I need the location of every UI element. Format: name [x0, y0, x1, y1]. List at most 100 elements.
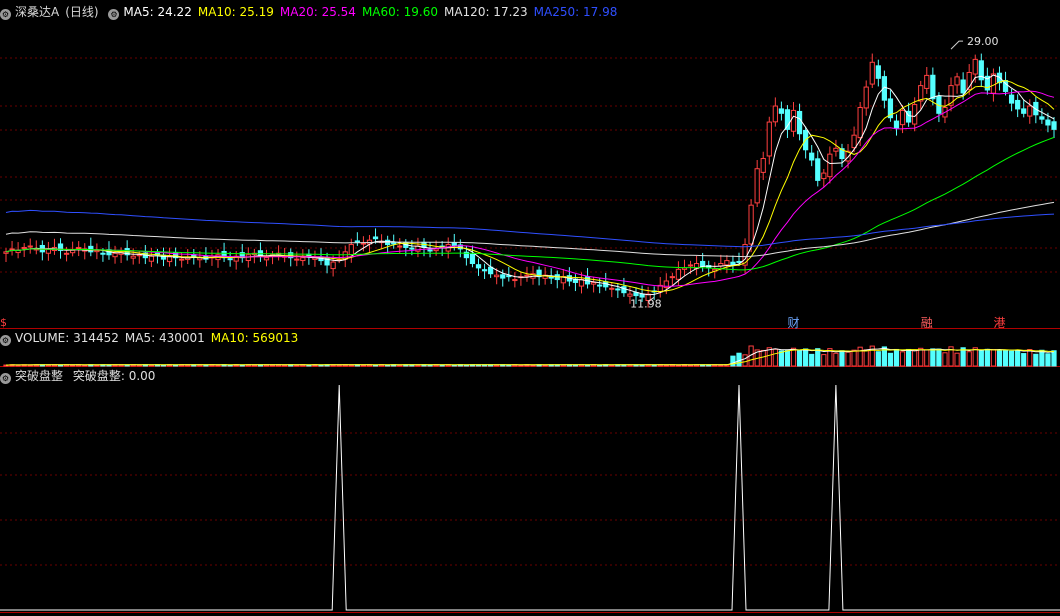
volume-bar [966, 351, 972, 367]
candle-body [76, 246, 82, 249]
candle-body [100, 252, 106, 255]
volume-bar [833, 352, 839, 367]
candle-body [627, 293, 633, 297]
volume-panel-header: ⚙ VOLUME: 314452 MA5: 430001 MA10: 569013 [0, 329, 310, 347]
volume-legend: VOLUME: 314452 MA5: 430001 MA10: 569013 [15, 331, 304, 345]
candle-body [809, 152, 815, 161]
stock-chart[interactable]: 29.00 11.98 财 融 港 $ [0, 0, 1060, 616]
volume-bar [893, 348, 900, 367]
candle-body [954, 76, 960, 86]
candle-body [475, 264, 482, 269]
ma-label-0: MA5: 24.22 [123, 5, 192, 19]
volume-bar [984, 348, 990, 367]
candle-body [1045, 119, 1051, 126]
volume-bar [875, 351, 881, 367]
candle-body [869, 61, 875, 85]
volume-bar [905, 348, 912, 367]
candle-body [815, 158, 821, 181]
volume-label-1: MA5: 430001 [124, 331, 205, 345]
volume-bar [978, 349, 984, 367]
volume-bar [990, 349, 997, 367]
candle-body [827, 153, 833, 178]
candle-body [512, 279, 518, 282]
candle-body [893, 120, 900, 129]
volume-bar [1033, 353, 1039, 367]
candle-body [621, 286, 627, 294]
candle-body [1039, 116, 1045, 120]
volume-bar [954, 352, 960, 367]
volume-bar [996, 349, 1003, 367]
volume-bar [1051, 350, 1057, 367]
candle-body [372, 236, 379, 240]
volume-bar [784, 350, 791, 367]
candle-body [179, 258, 185, 261]
candle-body [427, 249, 433, 252]
candle-body [863, 86, 869, 109]
volume-bar [863, 349, 869, 367]
candle-body [833, 147, 839, 152]
candle-body [3, 251, 9, 254]
volume-bar [821, 354, 827, 367]
candle-body [227, 258, 233, 261]
candle-body [930, 74, 936, 100]
candle-body [488, 266, 494, 275]
ma-settings-icon[interactable]: ⚙ [108, 9, 120, 20]
low-price-label: 11.98 [630, 297, 662, 310]
candle-body [397, 245, 403, 248]
candle-body [590, 281, 597, 285]
candle-body [960, 79, 966, 94]
candle-body [972, 58, 978, 75]
volume-label-2: MA10: 569013 [210, 331, 299, 345]
breakout-signal-line [0, 384, 1060, 611]
high-price-label: 29.00 [967, 35, 999, 48]
volume-bar [887, 352, 894, 367]
candle-body [294, 258, 300, 261]
volume-settings-icon[interactable]: ⚙ [0, 335, 11, 346]
candle-body [148, 255, 155, 262]
candle-body [760, 158, 766, 173]
indicator-name: 突破盘整 [15, 369, 64, 383]
candle-body [924, 74, 930, 89]
candle-body [899, 109, 906, 126]
volume-bar [912, 349, 918, 367]
candle-body [391, 242, 397, 245]
candle-body [360, 242, 367, 245]
candle-body [778, 108, 785, 114]
candle-body [500, 274, 506, 279]
high-marker-arrow [950, 40, 964, 50]
candle-body [27, 245, 33, 248]
ma-label-1: MA10: 25.19 [197, 5, 274, 19]
volume-bar [1045, 353, 1051, 367]
candle-body [772, 105, 778, 123]
candle-body [851, 134, 857, 149]
candle-body [675, 268, 682, 280]
ma-label-3: MA60: 19.60 [361, 5, 438, 19]
candle-body [748, 204, 754, 245]
candle-body [724, 260, 730, 266]
volume-bar [918, 347, 924, 367]
candle-body [524, 274, 530, 277]
volume-bar [1021, 353, 1027, 367]
indicator-settings-icon[interactable]: ⚙ [0, 373, 11, 384]
candle-body [609, 287, 615, 290]
candle-body [21, 246, 27, 249]
settings-gear-icon[interactable]: ⚙ [0, 9, 11, 20]
candle-body [790, 109, 797, 132]
candle-body [469, 253, 476, 265]
ma-legend: MA5: 24.22 MA10: 25.19 MA20: 25.54 MA60: 19… [123, 5, 623, 19]
candle-body [263, 257, 270, 261]
ma-label-2: MA20: 25.54 [279, 5, 356, 19]
candle-body [130, 255, 136, 259]
candle-body [857, 106, 863, 139]
candle-body [990, 73, 997, 94]
volume-bar [930, 348, 936, 367]
candle-body [409, 247, 415, 250]
volume-label-0: VOLUME: 314452 [15, 331, 119, 345]
volume-bar [796, 350, 803, 367]
volume-bar [839, 350, 845, 367]
candle-body [330, 261, 336, 270]
candle-body [1021, 108, 1027, 114]
volume-bar [742, 354, 748, 367]
ma-label-5: MA250: 17.98 [533, 5, 618, 19]
indicator-legend: 突破盘整: 0.00 [73, 369, 162, 383]
